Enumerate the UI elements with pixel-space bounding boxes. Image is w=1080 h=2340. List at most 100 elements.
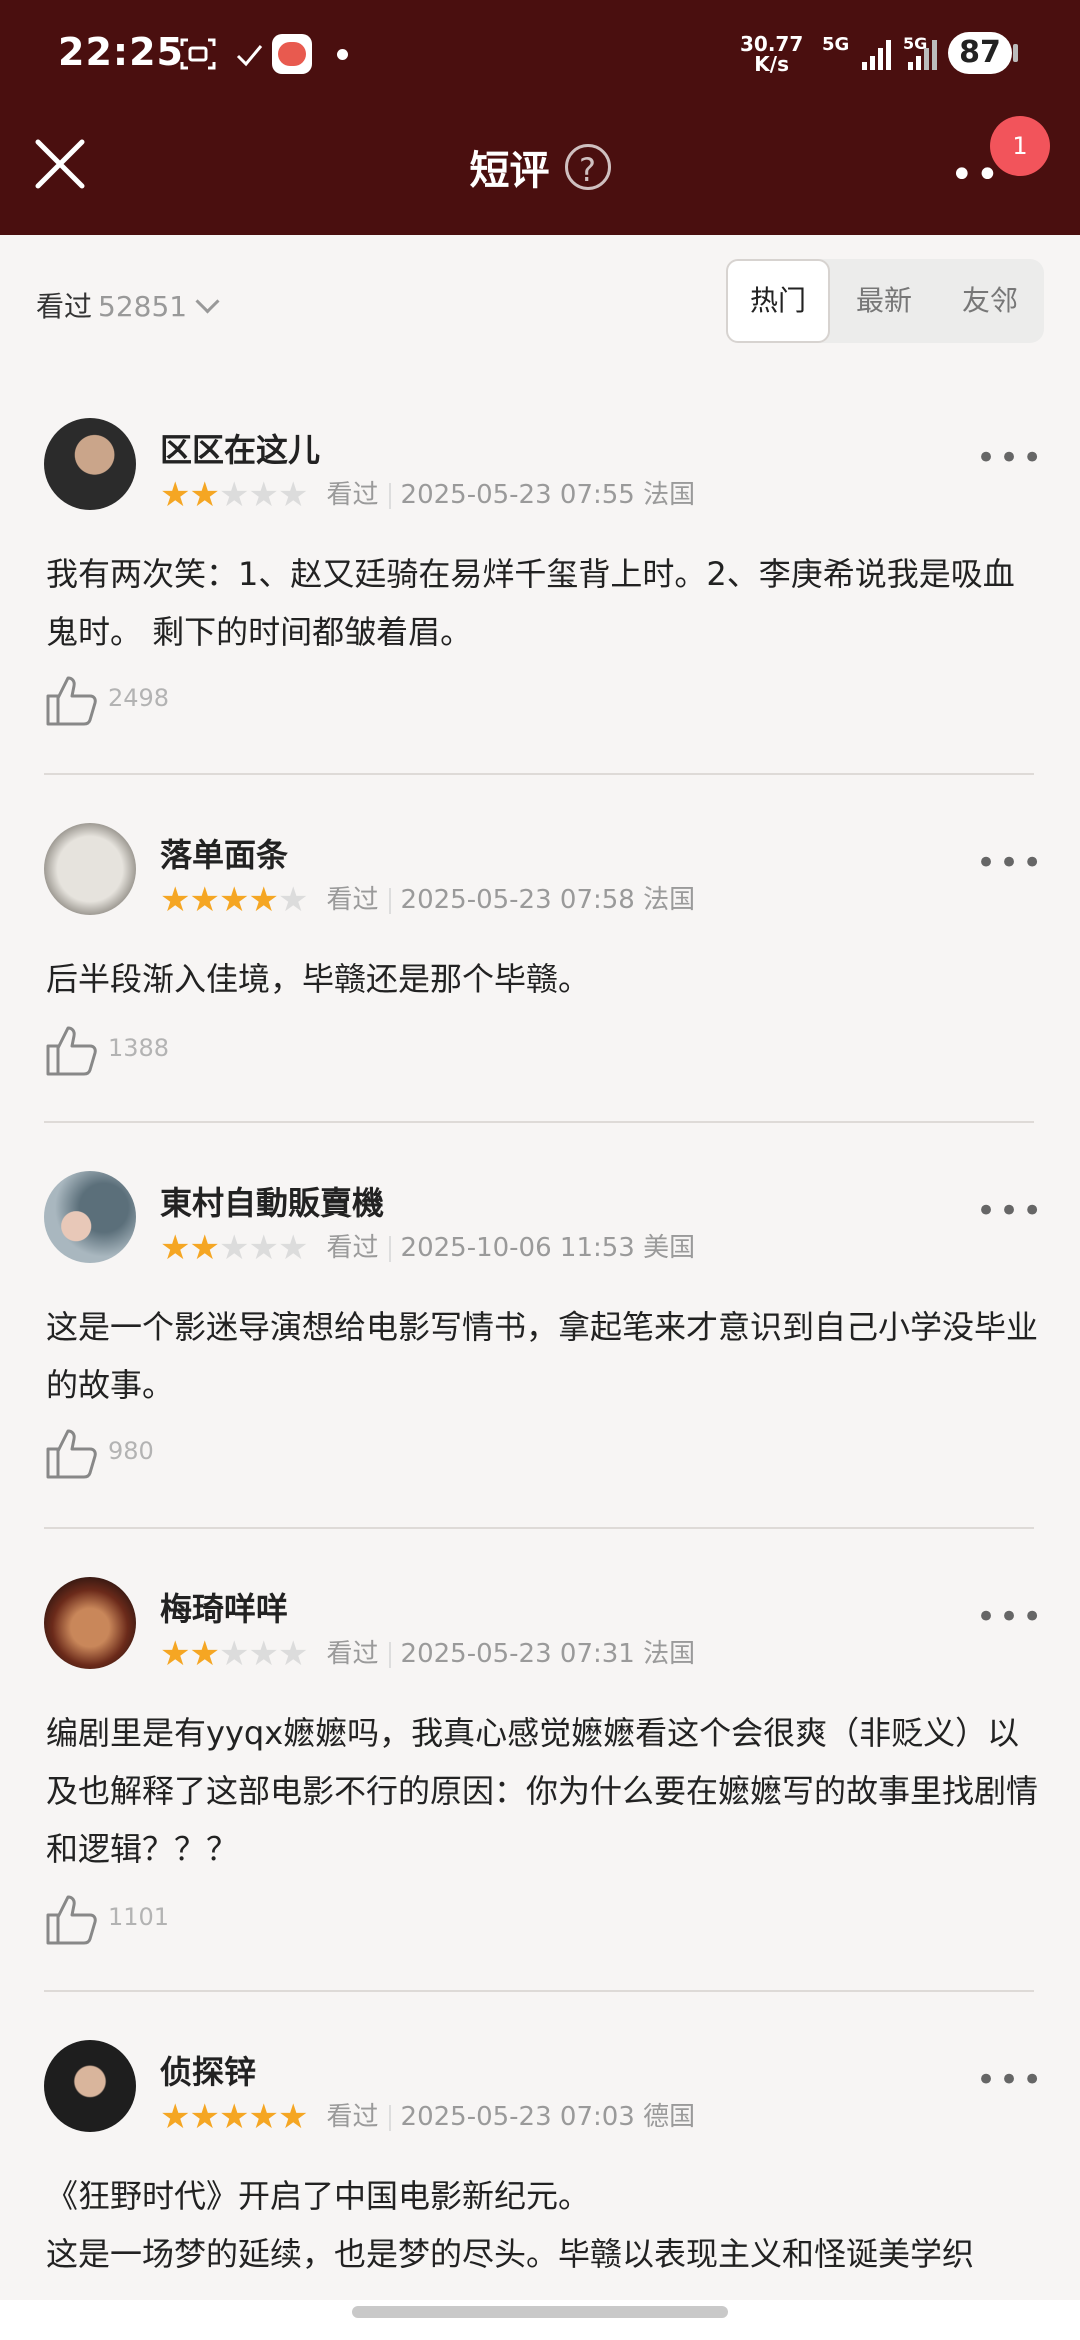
like-count: 1101 <box>108 1903 170 1931</box>
net-speed: 30.77 K/s <box>740 34 803 74</box>
battery-tip <box>1013 44 1018 62</box>
review-meta: 看过 2025-05-23 07:31 法国 <box>327 1637 696 1671</box>
thumbs-up-icon <box>46 676 97 726</box>
review-item: 侦探锌 ★★★★★ 看过 2025-05-23 07:03 德国 ••• 《狂野时… <box>0 1992 1080 2300</box>
like-button[interactable]: 1101 <box>44 1889 169 1949</box>
review-meta: 看过 2025-05-23 07:03 德国 <box>327 2100 696 2134</box>
star-icon: ★ <box>160 880 191 920</box>
sim1-label: 5G <box>822 34 850 55</box>
star-icon: ★ <box>277 1228 309 1268</box>
review-meta: 看过 2025-05-23 07:55 法国 <box>327 478 696 512</box>
avatar[interactable] <box>44 1577 136 1669</box>
watched-label: 看过 <box>36 290 93 323</box>
filter-bar: 看过 52851 热门 最新 友邻 <box>0 235 1080 372</box>
review-location: 德国 <box>643 2102 696 2132</box>
meta-divider <box>388 1641 391 1668</box>
review-status: 看过 <box>326 1639 379 1669</box>
star-icon: ★ <box>160 1228 191 1268</box>
star-icon: ★ <box>277 880 309 920</box>
like-count: 2498 <box>108 684 170 712</box>
meta-divider <box>388 887 391 914</box>
review-item: 落单面条 ★★★★★ 看过 2025-05-23 07:58 法国 ••• 后半段… <box>0 775 1080 1123</box>
title-bar: 短评 ? •• 1 <box>0 110 1080 235</box>
star-icon: ★ <box>160 2097 191 2137</box>
review-status: 看过 <box>326 480 379 510</box>
chevron-down-icon <box>195 289 220 314</box>
watched-count: 52851 <box>98 290 188 323</box>
like-button[interactable]: 980 <box>44 1423 154 1483</box>
star-icon: ★ <box>248 1228 279 1268</box>
star-icon: ★ <box>277 475 309 515</box>
tab-hot[interactable]: 热门 <box>726 259 830 343</box>
like-button[interactable]: 2498 <box>44 670 169 730</box>
star-icon: ★ <box>277 2097 309 2137</box>
meta-divider <box>388 1235 391 1262</box>
review-username[interactable]: 落单面条 <box>160 830 288 876</box>
sort-tabs: 热门 最新 友邻 <box>726 259 1044 343</box>
help-icon[interactable]: ? <box>564 144 611 190</box>
star-icon: ★ <box>218 2097 250 2137</box>
review-item: 東村自動販賣機 ★★★★★ 看过 2025-10-06 11:53 美国 ••• … <box>0 1123 1080 1529</box>
thumbs-up-icon <box>46 1895 97 1945</box>
thumbs-up-icon <box>46 1429 97 1479</box>
status-bar: 22:25 30.77 K/s 5G 5G 87 <box>0 0 1080 110</box>
star-icon: ★ <box>277 1634 309 1674</box>
review-location: 法国 <box>643 480 696 510</box>
screenshot-icon <box>180 38 216 70</box>
star-icon: ★ <box>248 880 279 920</box>
like-button[interactable]: 1388 <box>44 1020 169 1080</box>
star-icon: ★ <box>189 2097 220 2137</box>
review-content: 我有两次笑：1、赵又廷骑在易烊千玺背上时。2、李庚希说我是吸血鬼时。 剩下的时间… <box>46 555 1015 651</box>
review-date: 2025-10-06 11:53 <box>400 1233 635 1263</box>
star-icon: ★ <box>189 1634 220 1674</box>
star-icon: ★ <box>189 1228 220 1268</box>
notification-badge[interactable]: 1 <box>990 116 1050 176</box>
review-username[interactable]: 侦探锌 <box>160 2047 256 2093</box>
review-status: 看过 <box>326 2102 379 2132</box>
app-badge-icon <box>272 34 312 74</box>
review-location: 美国 <box>643 1233 696 1263</box>
avatar[interactable] <box>44 823 136 915</box>
tab-latest[interactable]: 最新 <box>832 259 936 343</box>
rating-row: ★★★★★ 看过 2025-05-23 07:03 德国 <box>160 2100 695 2140</box>
star-icon: ★ <box>248 1634 279 1674</box>
net-speed-unit: K/s <box>754 52 789 76</box>
like-count: 1388 <box>108 1034 170 1062</box>
star-icon: ★ <box>160 475 191 515</box>
like-count: 980 <box>108 1437 154 1465</box>
review-date: 2025-05-23 07:58 <box>400 885 635 915</box>
tab-friends[interactable]: 友邻 <box>938 259 1042 343</box>
star-icon: ★ <box>189 475 220 515</box>
rating-row: ★★★★★ 看过 2025-05-23 07:58 法国 <box>160 883 695 923</box>
review-more-icon[interactable]: ••• <box>976 2060 1045 2100</box>
review-content: 编剧里是有yyqx嬷嬷吗，我真心感觉嬷嬷看这个会很爽（非贬义）以及也解释了这部电… <box>46 1714 1039 1868</box>
review-location: 法国 <box>643 1639 696 1669</box>
review-more-icon[interactable]: ••• <box>976 843 1045 883</box>
review-status: 看过 <box>326 1233 379 1263</box>
watched-filter-dropdown[interactable]: 看过 52851 <box>36 285 220 325</box>
meta-divider <box>388 482 391 509</box>
rating-row: ★★★★★ 看过 2025-05-23 07:55 法国 <box>160 478 695 518</box>
avatar[interactable] <box>44 1171 136 1263</box>
rating-row: ★★★★★ 看过 2025-10-06 11:53 美国 <box>160 1231 695 1271</box>
page-title: 短评 <box>469 148 550 194</box>
review-username[interactable]: 区区在这儿 <box>160 425 320 471</box>
thumbs-up-icon <box>46 1026 97 1076</box>
signal-icon <box>862 40 891 70</box>
avatar[interactable] <box>44 2040 136 2132</box>
review-username[interactable]: 梅琦咩咩 <box>160 1584 288 1630</box>
review-username[interactable]: 東村自動販賣機 <box>160 1178 384 1224</box>
review-meta: 看过 2025-05-23 07:58 法国 <box>327 883 696 917</box>
review-more-icon[interactable]: ••• <box>976 1597 1045 1637</box>
review-date: 2025-05-23 07:55 <box>400 480 635 510</box>
status-time: 22:25 <box>58 30 184 74</box>
star-icon: ★ <box>218 475 250 515</box>
avatar[interactable] <box>44 418 136 510</box>
review-status: 看过 <box>326 885 379 915</box>
review-location: 法国 <box>643 885 696 915</box>
review-more-icon[interactable]: ••• <box>976 438 1045 478</box>
review-more-icon[interactable]: ••• <box>976 1191 1045 1231</box>
review-item: 梅琦咩咩 ★★★★★ 看过 2025-05-23 07:31 法国 ••• 编剧里… <box>0 1529 1080 1992</box>
review-list: 区区在这儿 ★★★★★ 看过 2025-05-23 07:55 法国 ••• 我有… <box>0 370 1080 2300</box>
home-indicator[interactable] <box>352 2306 728 2318</box>
